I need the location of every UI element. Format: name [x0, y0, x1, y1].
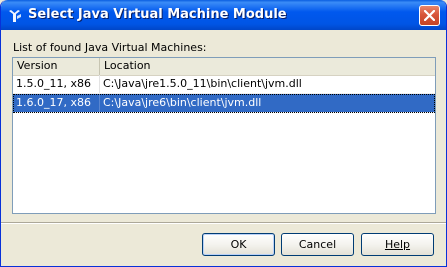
- ok-button[interactable]: OK: [202, 233, 275, 256]
- close-button[interactable]: [419, 5, 440, 26]
- title-bar[interactable]: Select Java Virtual Machine Module: [1, 0, 446, 30]
- column-header-location[interactable]: Location: [100, 58, 435, 75]
- table-header: Version Location: [13, 58, 435, 76]
- help-button[interactable]: Help: [361, 233, 434, 256]
- close-icon: [424, 10, 435, 21]
- cancel-button[interactable]: Cancel: [281, 233, 354, 256]
- help-button-label: Help: [384, 238, 411, 251]
- jvm-table[interactable]: Version Location 1.5.0_11, x86 C:\Java\j…: [12, 57, 436, 214]
- column-header-version[interactable]: Version: [13, 58, 100, 75]
- divider: [1, 222, 446, 224]
- netbeans-icon[interactable]: [7, 8, 23, 24]
- version-cell: 1.5.0_11, x86: [13, 75, 100, 93]
- table-row-selected[interactable]: 1.6.0_17, x86 C:\Java\jre6\bin\client\jv…: [13, 94, 435, 113]
- dialog-window: Select Java Virtual Machine Module List …: [0, 0, 447, 267]
- version-cell: 1.6.0_17, x86: [13, 94, 100, 112]
- location-cell: C:\Java\jre1.5.0_11\bin\client\jvm.dll: [103, 77, 302, 90]
- window-title: Select Java Virtual Machine Module: [28, 7, 287, 22]
- location-cell: C:\Java\jre6\bin\client\jvm.dll: [103, 96, 262, 109]
- table-row[interactable]: 1.5.0_11, x86 C:\Java\jre1.5.0_11\bin\cl…: [13, 75, 435, 94]
- jvm-list-label: List of found Java Virtual Machines:: [13, 41, 207, 54]
